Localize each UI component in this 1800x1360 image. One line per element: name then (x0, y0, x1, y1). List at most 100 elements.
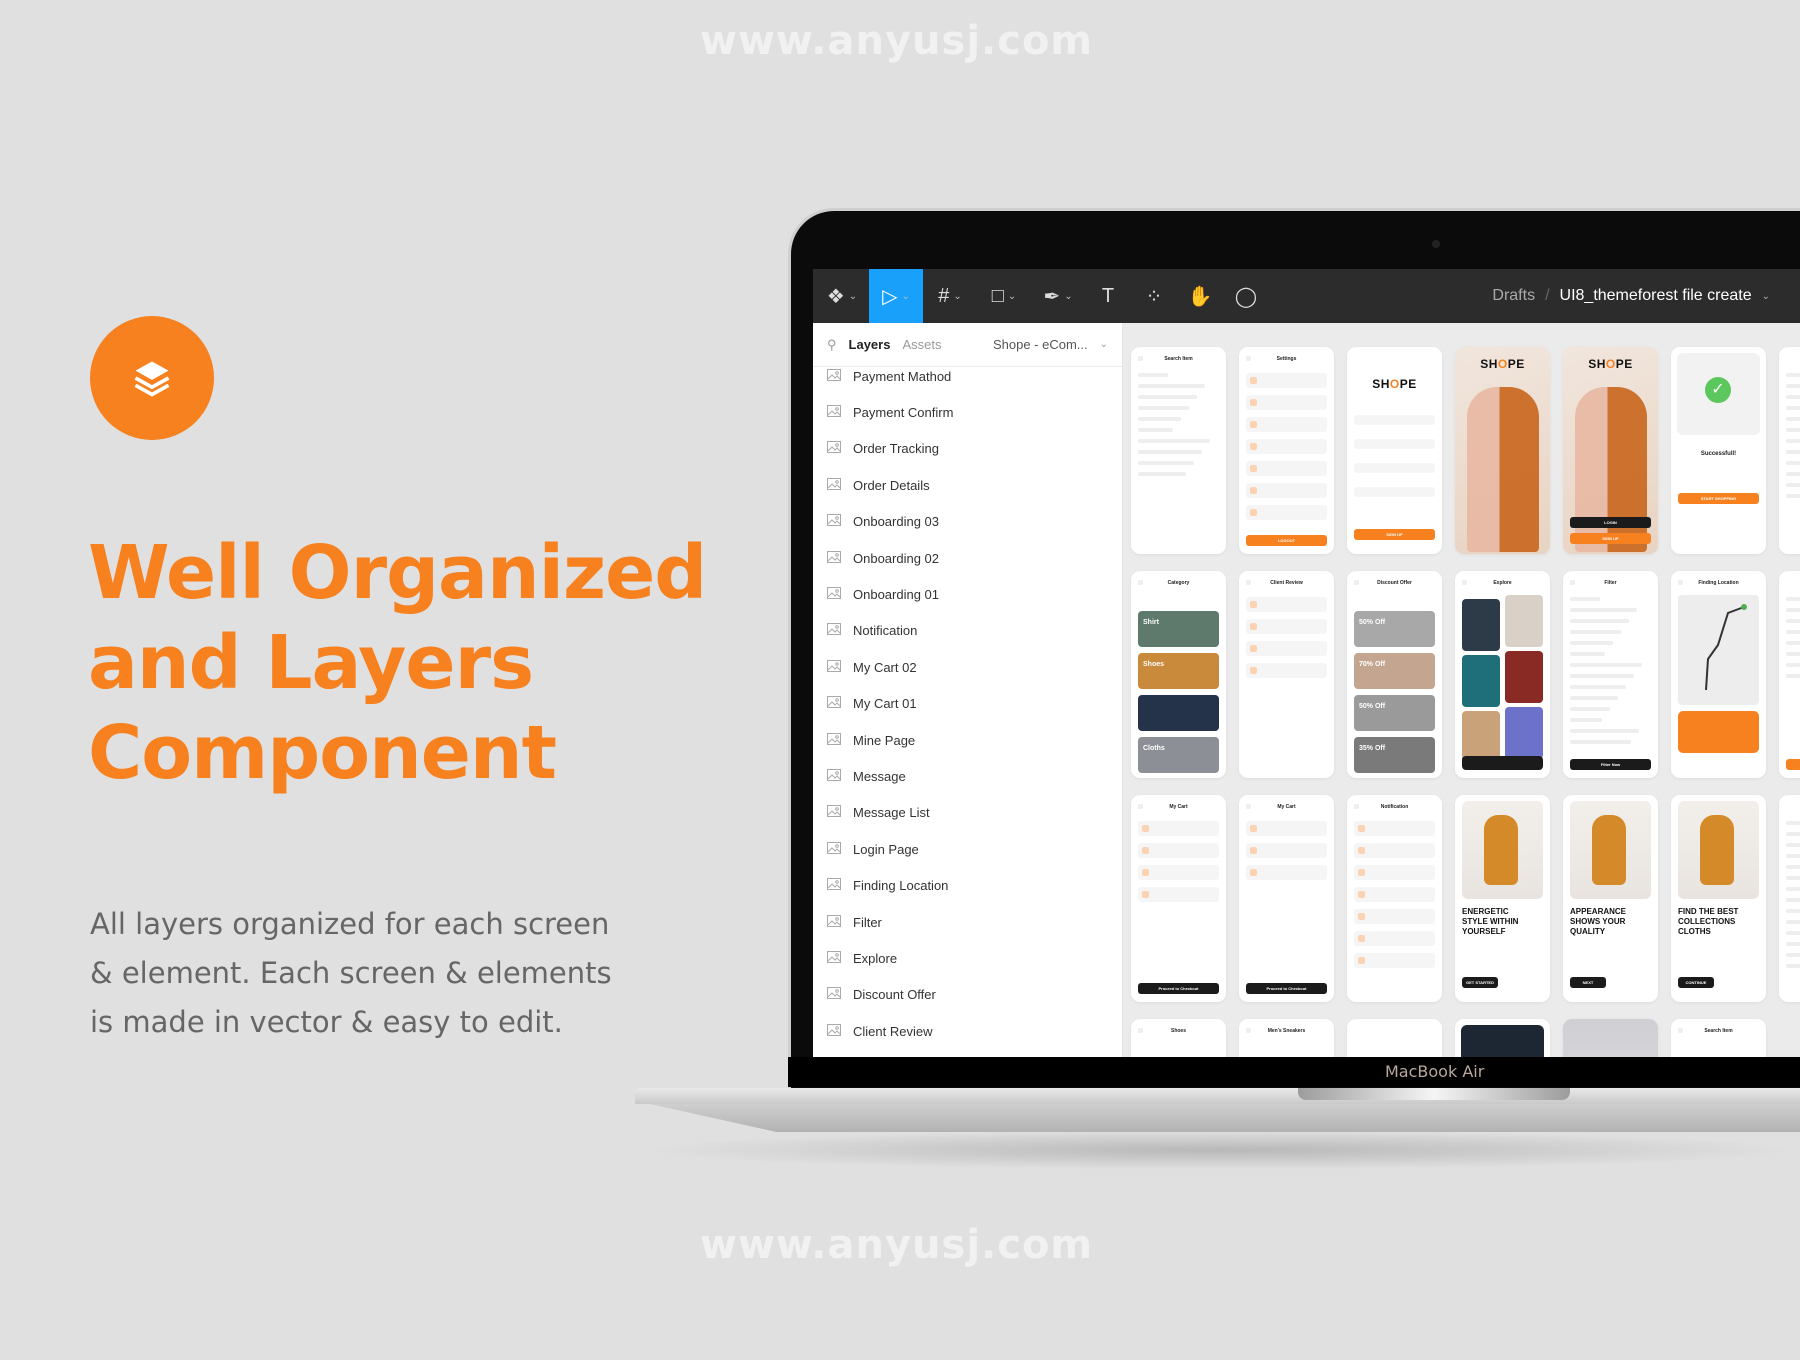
layer-item[interactable]: Client Review (813, 1013, 1122, 1049)
screen-frame[interactable]: ✓ Successfull! START SHOPPING (1671, 347, 1766, 554)
back-icon[interactable] (1246, 356, 1251, 361)
input-field[interactable] (1354, 439, 1435, 449)
list-row[interactable] (1246, 505, 1327, 520)
-button[interactable]: LOGOUT (1246, 535, 1327, 546)
layer-item[interactable]: My Cart 01 (813, 686, 1122, 722)
tool-button[interactable]: # ⌄ (923, 269, 977, 323)
layer-item[interactable]: Payment Confirm (813, 394, 1122, 430)
screen-frame[interactable]: My Cart Proceed to Checkout (1239, 795, 1334, 1002)
layer-item[interactable]: Filter (813, 904, 1122, 940)
tool-button[interactable]: ❖ ⌄ (815, 269, 869, 323)
chevron-down-icon[interactable]: ⌄ (1100, 339, 1108, 350)
layer-item[interactable]: Onboarding 03 (813, 504, 1122, 540)
screen-frame[interactable] (1347, 1019, 1442, 1057)
list-row[interactable] (1354, 909, 1435, 924)
screen-frame[interactable]: Notification (1347, 795, 1442, 1002)
screen-frame[interactable]: Client Review (1239, 571, 1334, 778)
chevron-down-icon[interactable]: ⌄ (953, 291, 961, 302)
list-row[interactable] (1354, 843, 1435, 858)
screen-frame[interactable]: SHOPE (1455, 347, 1550, 554)
chevron-down-icon[interactable]: ⌄ (849, 291, 857, 302)
layer-item[interactable]: Message (813, 758, 1122, 794)
back-icon[interactable] (1138, 804, 1143, 809)
list-row[interactable] (1246, 663, 1327, 678)
screen-frame[interactable]: Explore (1455, 571, 1550, 778)
breadcrumb-folder[interactable]: Drafts (1492, 287, 1535, 305)
screen-frame[interactable]: APPEARANCE SHOWS YOUR QUALITY NEXT (1563, 795, 1658, 1002)
list-row[interactable] (1246, 373, 1327, 388)
layer-item[interactable]: My Cart 02 (813, 649, 1122, 685)
list-row[interactable] (1354, 931, 1435, 946)
-button[interactable]: LOGIN (1570, 517, 1651, 528)
chevron-down-icon[interactable]: ⌄ (1008, 291, 1016, 302)
layer-item[interactable]: Finding Location (813, 867, 1122, 903)
list-row[interactable] (1354, 953, 1435, 968)
back-icon[interactable] (1462, 580, 1467, 585)
2-button[interactable]: SIGN UP (1570, 533, 1651, 544)
screen-frame[interactable]: Search Item (1671, 1019, 1766, 1057)
layer-item[interactable]: Notification (813, 613, 1122, 649)
tool-button[interactable]: ⁘ (1131, 269, 1177, 323)
tool-button[interactable]: ✒ ⌄ (1031, 269, 1085, 323)
screen-frame[interactable]: Finding Location (1671, 571, 1766, 778)
list-row[interactable] (1246, 865, 1327, 880)
list-row[interactable] (1354, 821, 1435, 836)
back-icon[interactable] (1354, 580, 1359, 585)
explore-photo[interactable] (1462, 599, 1500, 651)
screen-frame[interactable]: Men's Sneakers (1239, 1019, 1334, 1057)
image-tile[interactable]: Shirt (1138, 611, 1219, 647)
screen-frame[interactable]: Category Shirt Shoes Cloths (1131, 571, 1226, 778)
-button[interactable] (1786, 759, 1800, 770)
list-row[interactable] (1246, 619, 1327, 634)
screen-frame[interactable] (1563, 1019, 1658, 1057)
search-icon[interactable]: ⚲ (827, 337, 837, 353)
image-tile[interactable]: 50% Off (1354, 611, 1435, 647)
screen-frame[interactable] (1779, 571, 1800, 778)
screen-frame[interactable]: SHOPE LOGIN SIGN UP (1563, 347, 1658, 554)
screen-frame[interactable]: Discount Offer 50% Off 70% Off 50% Off 35% O… (1347, 571, 1442, 778)
list-row[interactable] (1246, 843, 1327, 858)
image-tile[interactable] (1138, 695, 1219, 731)
-button[interactable]: SIGN UP (1354, 529, 1435, 540)
list-row[interactable] (1246, 483, 1327, 498)
layer-item[interactable]: Login Page (813, 831, 1122, 867)
layer-item[interactable]: Message List (813, 795, 1122, 831)
list-row[interactable] (1354, 865, 1435, 880)
chevron-down-icon[interactable]: ⌄ (1762, 291, 1770, 302)
list-row[interactable] (1246, 461, 1327, 476)
tool-button[interactable]: □ ⌄ (977, 269, 1031, 323)
list-row[interactable] (1138, 865, 1219, 880)
list-row[interactable] (1246, 597, 1327, 612)
back-icon[interactable] (1138, 356, 1143, 361)
-button[interactable]: Filter Now (1570, 759, 1651, 770)
tab-assets[interactable]: Assets (902, 337, 941, 352)
-button[interactable]: NEXT (1570, 977, 1606, 988)
image-tile[interactable]: 70% Off (1354, 653, 1435, 689)
screen-frame[interactable] (1779, 795, 1800, 1002)
layer-item[interactable]: Order Details (813, 467, 1122, 503)
tool-button[interactable]: ▷ ⌄ (869, 269, 923, 323)
input-field[interactable] (1354, 487, 1435, 497)
layer-item[interactable]: Order Tracking (813, 431, 1122, 467)
list-row[interactable] (1246, 417, 1327, 432)
back-icon[interactable] (1570, 580, 1575, 585)
chevron-down-icon[interactable]: ⌄ (1064, 291, 1072, 302)
screen-frame[interactable]: Shoes (1131, 1019, 1226, 1057)
breadcrumb-file[interactable]: UI8_themeforest file create (1560, 287, 1752, 305)
back-icon[interactable] (1246, 1028, 1251, 1033)
image-tile[interactable]: Cloths (1138, 737, 1219, 773)
back-icon[interactable] (1246, 804, 1251, 809)
page-selector[interactable]: Shope - eCom... (993, 337, 1088, 352)
tab-layers[interactable]: Layers (849, 337, 891, 352)
input-field[interactable] (1354, 415, 1435, 425)
layer-item[interactable]: Onboarding 02 (813, 540, 1122, 576)
screen-frame[interactable]: FIND THE BEST COLLECTIONS CLOTHS CONTINUE (1671, 795, 1766, 1002)
screen-frame[interactable]: Settings LOGOUT (1239, 347, 1334, 554)
explore-photo[interactable] (1505, 595, 1543, 647)
design-canvas[interactable]: Search Item Settings LOGOUT SHOPE SIGN UP SHO… (1123, 323, 1800, 1057)
back-icon[interactable] (1678, 1028, 1683, 1033)
screen-frame[interactable] (1455, 1019, 1550, 1057)
explore-photo[interactable] (1505, 707, 1543, 759)
explore-photo[interactable] (1505, 651, 1543, 703)
image-tile[interactable]: Shoes (1138, 653, 1219, 689)
